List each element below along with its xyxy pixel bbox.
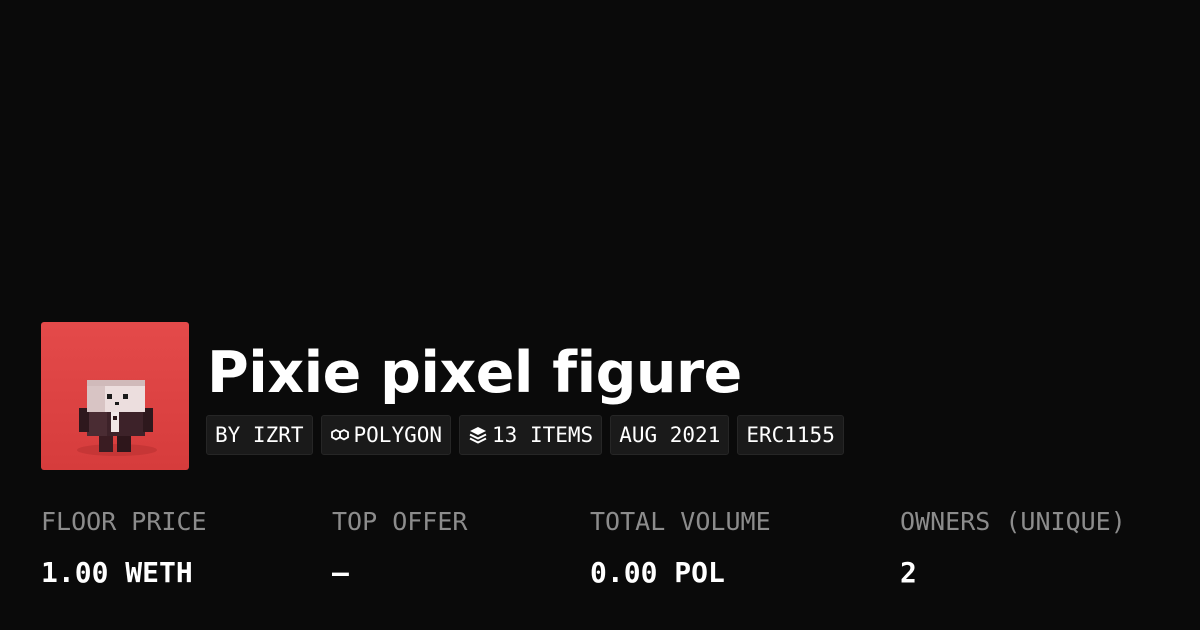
stat-total-volume-label: TOTAL VOLUME (590, 507, 771, 536)
collection-thumbnail (41, 322, 189, 470)
stat-floor-price-value: 1.00 WETH (41, 556, 193, 589)
stat-owners-label: OWNERS (UNIQUE) (900, 507, 1126, 536)
tag-date-label: AUG 2021 (619, 423, 721, 447)
layers-icon (468, 425, 488, 445)
tag-standard[interactable]: ERC1155 (737, 415, 844, 455)
tag-creator[interactable]: BY IZRT (206, 415, 313, 455)
tag-date[interactable]: AUG 2021 (610, 415, 730, 455)
tag-chain-label: POLYGON (353, 423, 443, 447)
tag-items-label: 13 ITEMS (492, 423, 594, 447)
pixel-figure-image (41, 322, 189, 470)
tag-standard-label: ERC1155 (746, 423, 835, 447)
stat-top-offer: TOP OFFER — (332, 503, 467, 592)
stat-top-offer-value: — (332, 556, 349, 589)
polygon-icon (330, 425, 350, 445)
collection-tags: BY IZRT POLYGON 13 ITEMS AUG 2021 ERC115… (206, 415, 844, 455)
tag-creator-label: BY IZRT (215, 423, 304, 447)
stat-owners: OWNERS (UNIQUE) 2 (900, 503, 1126, 592)
stat-total-volume: TOTAL VOLUME 0.00 POL (590, 503, 771, 592)
stat-top-offer-label: TOP OFFER (332, 507, 468, 536)
stat-owners-value: 2 (900, 556, 917, 589)
stat-floor-price-label: FLOOR PRICE (41, 507, 207, 536)
stat-floor-price: FLOOR PRICE 1.00 WETH (41, 503, 207, 592)
stat-total-volume-value: 0.00 POL (590, 556, 725, 589)
collection-title: Pixie pixel figure (207, 340, 742, 406)
tag-items[interactable]: 13 ITEMS (459, 415, 603, 455)
tag-chain[interactable]: POLYGON (320, 415, 452, 455)
